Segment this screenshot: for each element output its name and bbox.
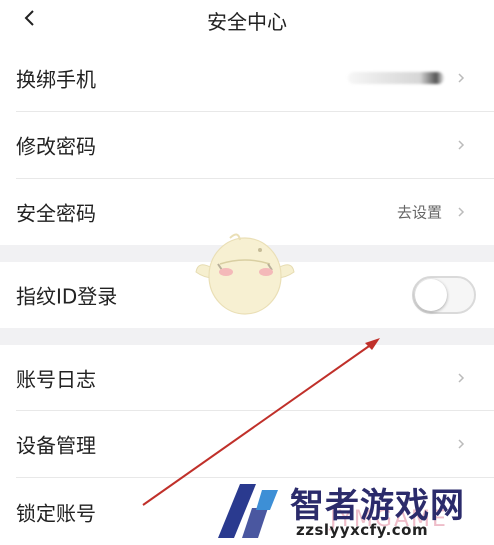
chevron-right-icon [458, 372, 465, 383]
chevron-right-icon [458, 140, 465, 150]
masked-phone-number [348, 72, 444, 84]
row-label: 设备管理 [16, 433, 96, 458]
row-label: 锁定账号 [16, 501, 96, 525]
watermark-title: 智者游戏网 [290, 486, 465, 526]
section-gap [0, 328, 494, 345]
header-bar: 安全中心 [0, 0, 494, 40]
row-label: 修改密码 [16, 134, 96, 159]
watermark-url: zzslyyxcfy.com [296, 521, 429, 539]
row-label: 换绑手机 [16, 67, 96, 92]
fingerprint-toggle[interactable] [412, 276, 476, 314]
chevron-right-icon [458, 207, 465, 217]
row-value: 去设置 [396, 203, 442, 222]
row-account-log[interactable]: 账号日志 [0, 345, 494, 410]
site-logo-icon [218, 484, 278, 538]
toggle-knob [415, 279, 447, 311]
chevron-right-icon [458, 439, 465, 449]
mascot-watermark-icon [195, 233, 295, 315]
chevron-right-icon [458, 73, 465, 83]
row-change-password[interactable]: 修改密码 [0, 112, 494, 178]
row-label: 指纹ID登录 [16, 284, 118, 309]
row-label: 安全密码 [16, 201, 96, 226]
row-label: 账号日志 [16, 367, 96, 391]
page-title: 安全中心 [207, 10, 287, 34]
row-device-management[interactable]: 设备管理 [0, 411, 494, 477]
row-change-phone[interactable]: 换绑手机 [0, 45, 494, 111]
